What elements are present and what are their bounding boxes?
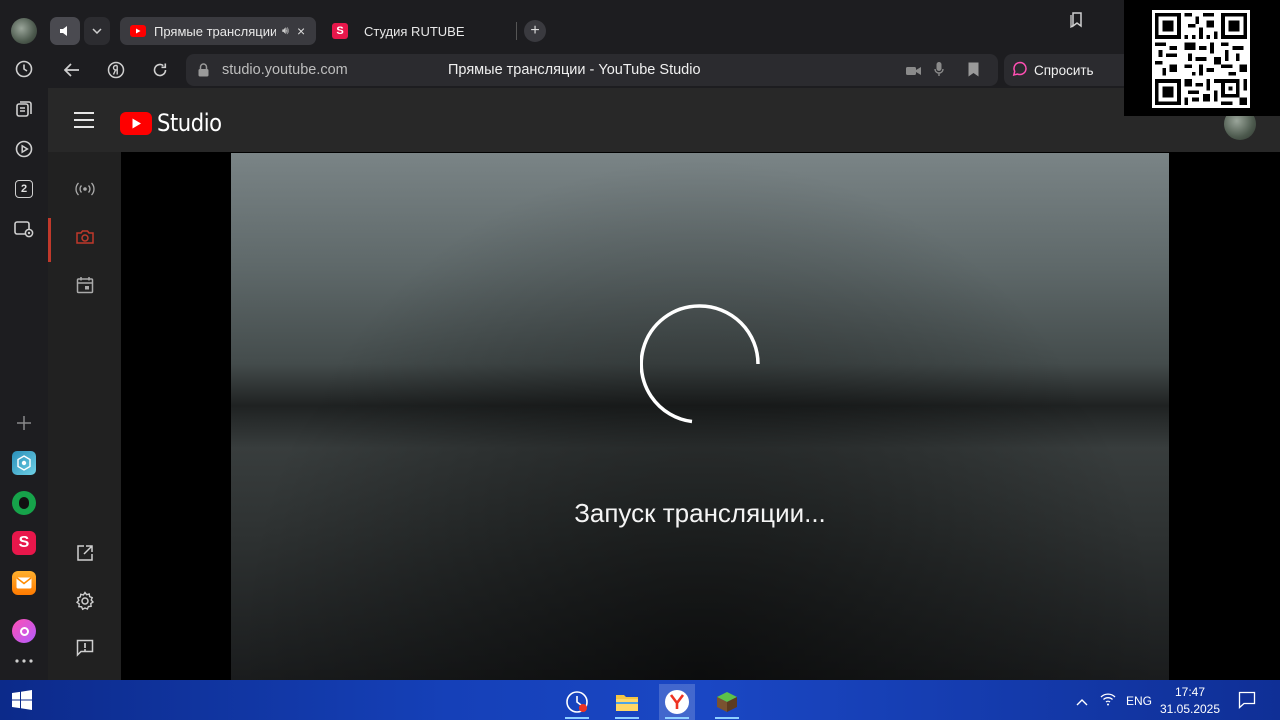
new-tab-button[interactable]: +: [524, 20, 546, 42]
running-indicator: [565, 717, 589, 719]
system-clock[interactable]: 17:47 31.05.2025: [1152, 684, 1228, 718]
stream-status-text: Запуск трансляции...: [574, 498, 826, 528]
windows-taskbar: ENG 17:47 31.05.2025: [0, 680, 1280, 720]
tabs-dropdown-button[interactable]: [84, 17, 110, 45]
taskbar-app-clock[interactable]: [559, 684, 595, 720]
calendar-icon: [76, 277, 93, 294]
broadcast-icon: [74, 182, 95, 196]
studio-logo[interactable]: Studio: [120, 109, 230, 137]
rutube-favicon-icon: S: [332, 23, 348, 39]
mail-app-icon[interactable]: [9, 568, 39, 598]
app-hexagon-icon[interactable]: [9, 448, 39, 478]
tabs-counter-button[interactable]: 2: [9, 174, 39, 204]
loading-spinner: [640, 304, 760, 424]
taskbar-app-yandex-browser[interactable]: [659, 684, 695, 720]
studio-logo-text: Studio: [157, 109, 222, 137]
tab-rutube-studio[interactable]: S Студия RUTUBE: [322, 17, 512, 45]
more-dots-icon[interactable]: [9, 648, 39, 674]
reload-button[interactable]: [148, 58, 172, 82]
yandex-button[interactable]: [104, 58, 128, 82]
running-indicator: [615, 717, 639, 719]
clock-app-icon: [566, 691, 588, 713]
tab-youtube-studio[interactable]: Прямые трансляции 🔊︎ ×: [120, 17, 316, 45]
clock-date: 31.05.2025: [1159, 702, 1221, 716]
browser-sidebar: 2 S: [0, 0, 48, 680]
video-play-icon[interactable]: [9, 134, 39, 164]
history-icon[interactable]: [9, 54, 39, 84]
qr-code: [1152, 10, 1250, 108]
camera-icon[interactable]: [906, 64, 922, 82]
tab-divider: [516, 22, 517, 40]
rail-item-manage[interactable]: [48, 263, 121, 307]
close-tab-icon[interactable]: ×: [297, 23, 305, 39]
stream-preview-area: Запуск трансляции...: [121, 152, 1280, 680]
ask-alice-button[interactable]: Спросить: [1004, 54, 1132, 86]
address-bar[interactable]: studio.youtube.com Прямые трансляции - Y…: [186, 54, 998, 86]
bookmark-icon[interactable]: [968, 62, 979, 82]
screenshot-icon[interactable]: [9, 214, 39, 244]
taskbar-app-explorer[interactable]: [609, 684, 645, 720]
collections-icon[interactable]: [9, 94, 39, 124]
alice-assistant-icon[interactable]: [9, 616, 39, 646]
rail-item-settings[interactable]: [48, 579, 121, 623]
tab-label: Студия RUTUBE: [364, 23, 465, 39]
profile-avatar[interactable]: [9, 16, 39, 46]
tabs-counter-badge: 2: [15, 180, 33, 198]
address-bar-row: studio.youtube.com Прямые трансляции - Y…: [48, 52, 1280, 88]
tab-strip: Прямые трансляции 🔊︎ × S Студия RUTUBE +: [48, 0, 1280, 52]
taskbar-app-minecraft[interactable]: [709, 684, 745, 720]
ask-button-label: Спросить: [1034, 62, 1094, 78]
clock-time: 17:47: [1174, 685, 1206, 699]
studio-header: Studio: [48, 88, 1280, 152]
rail-item-stream[interactable]: [48, 167, 121, 211]
wifi-icon[interactable]: [1100, 692, 1116, 711]
speaker-icon[interactable]: 🔊︎: [282, 25, 289, 38]
feedback-icon: [76, 639, 93, 657]
tray-expand-icon[interactable]: [1076, 693, 1088, 711]
tab-label: Прямые трансляции: [154, 23, 276, 39]
rail-item-feedback[interactable]: [48, 626, 121, 670]
rail-item-webcam[interactable]: [48, 215, 121, 259]
qr-code-overlay: [1124, 0, 1280, 116]
running-indicator: [715, 717, 739, 719]
notifications-icon[interactable]: [1238, 691, 1256, 714]
windows-start-button[interactable]: [12, 690, 32, 710]
audio-toggle-button[interactable]: [50, 17, 80, 45]
page-title: Прямые трансляции - YouTube Studio: [448, 62, 701, 78]
rutube-app-icon[interactable]: S: [9, 528, 39, 558]
yandex-browser-icon: [665, 690, 689, 714]
webcam-preview: Запуск трансляции...: [231, 153, 1169, 680]
back-button[interactable]: [60, 58, 84, 82]
studio-nav-rail: [48, 152, 121, 680]
app-green-icon[interactable]: [9, 488, 39, 518]
running-indicator: [665, 717, 689, 719]
youtube-logo-icon: [120, 111, 152, 135]
input-language[interactable]: ENG: [1126, 694, 1152, 708]
microphone-icon[interactable]: [934, 62, 944, 82]
menu-hamburger-icon[interactable]: [74, 112, 94, 128]
grass-block-icon: [717, 692, 737, 712]
external-link-icon: [76, 545, 93, 561]
camera-icon: [75, 230, 94, 244]
folder-icon: [616, 695, 638, 711]
lock-icon[interactable]: [198, 63, 209, 82]
rail-item-open-external[interactable]: [48, 531, 121, 575]
url-text: studio.youtube.com: [222, 62, 348, 78]
gear-icon: [75, 591, 94, 611]
ask-icon: [1012, 61, 1028, 80]
add-icon[interactable]: [9, 408, 39, 438]
windows-logo-icon: [12, 690, 32, 710]
bookmarks-panel-icon[interactable]: [1070, 12, 1084, 33]
youtube-favicon-icon: [130, 25, 146, 37]
